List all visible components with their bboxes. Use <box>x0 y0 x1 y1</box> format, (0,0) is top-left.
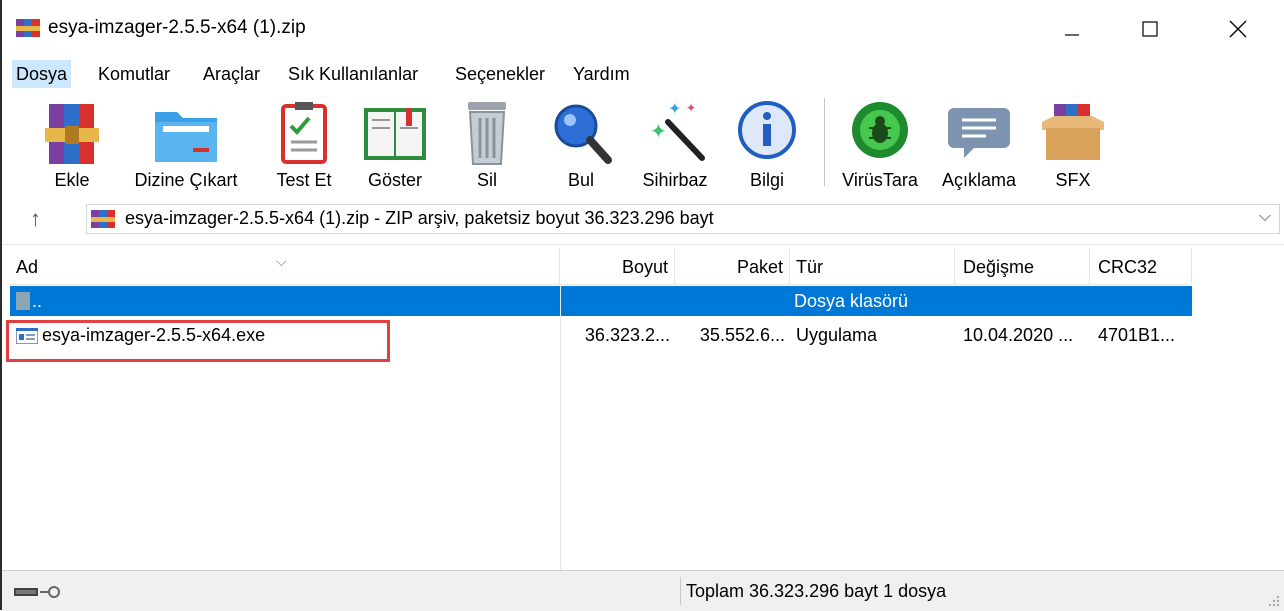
menu-secenekler[interactable]: Seçenekler <box>451 60 549 88</box>
menu-araclar[interactable]: Araçlar <box>199 60 264 88</box>
close-button[interactable] <box>1208 6 1268 52</box>
toolbar-label: Bul <box>567 170 594 190</box>
toolbar: Ekle Dizine Çıkart Test Et Göster Sil Bu… <box>2 90 1284 198</box>
archive-add-icon <box>45 104 99 164</box>
file-crc32: 4701B1... <box>1098 325 1176 345</box>
winrar-window: esya-imzager-2.5.5-x64 (1).zip Dosya Kom… <box>0 0 1284 611</box>
column-header-degisme[interactable]: Değişme <box>955 248 1090 284</box>
file-name: .. <box>32 291 43 311</box>
trash-icon <box>468 102 506 165</box>
file-packed: 35.552.6... <box>699 325 785 345</box>
toolbar-label: Test Et <box>276 170 332 190</box>
toolbar-label: Açıklama <box>941 170 1017 190</box>
up-folder-button[interactable]: ↑ <box>30 206 41 232</box>
close-icon <box>1229 20 1247 38</box>
highlight-annotation-box <box>6 320 390 362</box>
status-bar: Toplam 36.323.296 bayt 1 dosya <box>2 570 1284 611</box>
column-header-tur[interactable]: Tür <box>790 248 955 284</box>
chevron-down-icon[interactable]: ⌵ <box>1259 208 1271 226</box>
toolbar-virustara-button[interactable]: VirüsTara <box>834 94 926 194</box>
toolbar-label: Göster <box>367 170 423 190</box>
book-view-icon <box>364 108 426 160</box>
toolbar-extract-button[interactable]: Dizine Çıkart <box>122 94 250 194</box>
svg-text:✦: ✦ <box>686 101 696 115</box>
clipboard-check-icon <box>281 102 327 164</box>
column-header-ad[interactable]: Ad ⌵ <box>10 248 560 284</box>
column-label: Ad <box>16 257 39 277</box>
svg-text:✦: ✦ <box>668 101 681 118</box>
maximize-icon <box>1142 21 1158 37</box>
toolbar-test-button[interactable]: Test Et <box>264 94 344 194</box>
file-size: 36.323.2... <box>584 325 670 345</box>
toolbar-label: SFX <box>1055 170 1091 190</box>
svg-text:✦: ✦ <box>650 121 667 143</box>
wizard-wand-icon: ✦ ✦ ✦ <box>650 101 705 161</box>
column-header-paket[interactable]: Paket <box>675 248 790 284</box>
address-bar[interactable]: esya-imzager-2.5.5-x64 (1).zip - ZIP arş… <box>86 204 1280 234</box>
maximize-button[interactable] <box>1120 6 1180 52</box>
file-list: Ad ⌵ Boyut Paket Tür Değişme CRC32 .. Do… <box>10 248 1284 570</box>
toolbar-label: Ekle <box>54 170 90 190</box>
toolbar-ekle-button[interactable]: Ekle <box>32 94 112 194</box>
virus-scan-icon <box>852 102 908 158</box>
toolbar-separator <box>824 98 825 186</box>
toolbar-sil-button[interactable]: Sil <box>454 94 520 194</box>
toolbar-bul-button[interactable]: Bul <box>546 94 616 194</box>
comment-icon <box>948 108 1010 158</box>
address-row: ↑ esya-imzager-2.5.5-x64 (1).zip - ZIP a… <box>2 198 1284 245</box>
folder-extract-icon <box>155 112 217 162</box>
file-modified: 10.04.2020 ... <box>963 325 1074 345</box>
menu-komutlar[interactable]: Komutlar <box>94 60 174 88</box>
toolbar-sfx-button[interactable]: SFX <box>1038 94 1108 194</box>
title-bar: esya-imzager-2.5.5-x64 (1).zip <box>2 0 1284 58</box>
minimize-icon <box>1065 34 1079 36</box>
menu-bar: Dosya Komutlar Araçlar Sık Kullanılanlar… <box>2 58 1284 90</box>
status-separator <box>680 577 681 605</box>
sfx-box-icon <box>1042 104 1104 160</box>
column-header-crc32[interactable]: CRC32 <box>1090 248 1192 284</box>
toolbar-label: Dizine Çıkart <box>134 170 238 190</box>
menu-dosya[interactable]: Dosya <box>12 60 72 88</box>
menu-sik-kullanilanlar[interactable]: Sık Kullanılanlar <box>284 60 422 88</box>
drive-key-icon <box>14 586 60 598</box>
parent-folder-icon <box>16 292 30 310</box>
status-text: Toplam 36.323.296 bayt 1 dosya <box>686 581 947 601</box>
toolbar-goster-button[interactable]: Göster <box>352 94 438 194</box>
file-type: Uygulama <box>796 325 878 345</box>
file-type: Dosya klasörü <box>794 291 909 311</box>
menu-yardim[interactable]: Yardım <box>569 60 634 88</box>
toolbar-label: VirüsTara <box>842 170 918 190</box>
address-path: esya-imzager-2.5.5-x64 (1).zip - ZIP arş… <box>125 208 714 228</box>
toolbar-bilgi-button[interactable]: Bilgi <box>732 94 802 194</box>
toolbar-label: Sil <box>476 170 497 190</box>
resize-grip-icon[interactable] <box>1268 595 1280 607</box>
column-divider <box>560 284 561 570</box>
window-title: esya-imzager-2.5.5-x64 (1).zip <box>48 17 306 38</box>
minimize-button[interactable] <box>1042 6 1102 52</box>
winrar-app-icon <box>16 19 40 37</box>
toolbar-aciklama-button[interactable]: Açıklama <box>932 94 1026 194</box>
sort-indicator-icon: ⌵ <box>276 253 287 269</box>
toolbar-label: Sihirbaz <box>642 170 708 190</box>
magnifier-icon <box>554 104 612 164</box>
toolbar-sihirbaz-button[interactable]: ✦ ✦ ✦ Sihirbaz <box>632 94 718 194</box>
list-header: Ad ⌵ Boyut Paket Tür Değişme CRC32 <box>10 248 1192 285</box>
column-header-boyut[interactable]: Boyut <box>560 248 675 284</box>
table-row-parent[interactable]: .. Dosya klasörü <box>10 286 1192 316</box>
toolbar-label: Bilgi <box>749 170 784 190</box>
winrar-archive-icon <box>91 210 115 228</box>
info-icon <box>738 101 796 159</box>
